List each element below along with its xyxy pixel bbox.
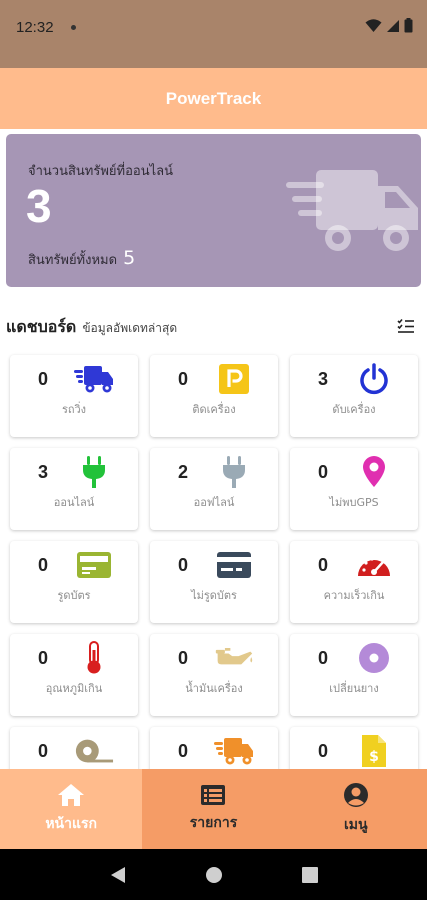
online-summary-card[interactable]: จำนวนสินทรัพย์ที่ออนไลน์ 3 สินทรัพย์ทั้ง… [6, 134, 421, 287]
tile-engine-off[interactable]: 3 ดับเครื่อง [290, 355, 418, 437]
online-assets-count: 3 [26, 180, 52, 232]
tile-count: 0 [318, 555, 329, 575]
tile-label: ติดเครื่อง [192, 403, 236, 416]
system-navigation-bar [0, 849, 427, 900]
tire-icon [354, 640, 394, 676]
tile-count: 0 [38, 648, 49, 668]
tile-label: รถวิ่ง [61, 403, 87, 416]
tile-count: 0 [178, 648, 189, 668]
user-circle-icon [343, 783, 368, 807]
card-no-swipe-icon [214, 547, 254, 583]
tile-label: ไม่รูดบัตร [191, 589, 237, 602]
invoice-dollar-icon: $ [354, 733, 394, 769]
tile-count: 0 [38, 369, 49, 389]
notification-dot-icon [71, 25, 76, 30]
tile-label: ความเร็วเกิน [323, 589, 385, 602]
tile-offline[interactable]: 2 ออฟไลน์ [150, 448, 278, 530]
online-assets-label: จำนวนสินทรัพย์ที่ออนไลน์ [28, 164, 174, 179]
tile-label: ดับเครื่อง [332, 403, 376, 416]
tile-card-swipe[interactable]: 0 รูดบัตร [10, 541, 138, 623]
tile-tire-change[interactable]: 0 เปลี่ยนยาง [290, 634, 418, 716]
tile-count: 0 [178, 741, 189, 761]
tile-count: 2 [178, 462, 189, 482]
app-title: PowerTrack [165, 88, 262, 108]
tile-label: รูดบัตร [57, 589, 91, 602]
recents-icon[interactable] [301, 866, 318, 883]
total-assets-label: สินทรัพย์ทั้งหมด [28, 253, 118, 268]
tile-moving[interactable]: 0 รถวิ่ง [10, 355, 138, 437]
tile-count: 0 [178, 555, 189, 575]
status-bar: 12:32 [0, 0, 427, 68]
nav-list-label: รายการ [189, 815, 238, 831]
list-icon [201, 785, 226, 805]
power-icon [354, 361, 394, 397]
tile-count: 0 [318, 741, 329, 761]
tile-count: 0 [318, 462, 329, 482]
back-icon[interactable] [110, 866, 126, 884]
parking-icon [214, 361, 254, 397]
tile-count: 0 [318, 648, 329, 668]
truck-moving-icon [74, 361, 114, 397]
speedometer-icon [354, 547, 394, 583]
wifi-icon [365, 18, 382, 32]
dashboard-subtitle: ข้อมูลอัพเดทล่าสุด [82, 321, 178, 335]
list-check-icon[interactable] [397, 318, 415, 334]
tape-icon [74, 733, 114, 769]
tile-count: 0 [38, 741, 49, 761]
plug-offline-icon [214, 454, 254, 490]
tile-engine-on[interactable]: 0 ติดเครื่อง [150, 355, 278, 437]
dashboard-title: แดชบอร์ด [6, 317, 77, 336]
app-bar: PowerTrack [0, 68, 427, 129]
tile-label: เปลี่ยนยาง [329, 682, 379, 695]
status-time: 12:32 [16, 19, 54, 36]
thermometer-icon [74, 640, 114, 676]
nav-list[interactable]: รายการ [142, 769, 285, 849]
truck-fast-icon [286, 170, 418, 251]
tile-label: ออนไลน์ [53, 496, 95, 509]
nav-home[interactable]: หน้าแรก [0, 769, 143, 849]
truck-fast-icon [214, 733, 254, 769]
total-assets: สินทรัพย์ทั้งหมด 5 [28, 247, 135, 270]
nav-menu-label: เมนู [344, 817, 368, 833]
tile-no-gps[interactable]: 0 ไม่พบGPS [290, 448, 418, 530]
tile-overspeed[interactable]: 0 ความเร็วเกิน [290, 541, 418, 623]
bottom-navigation: หน้าแรก รายการ เมนู [0, 769, 427, 849]
tile-count: 0 [38, 555, 49, 575]
dashboard-header: แดชบอร์ด ข้อมูลอัพเดทล่าสุด [6, 315, 421, 339]
card-swipe-icon [74, 547, 114, 583]
cell-signal-icon [387, 19, 399, 32]
location-pin-icon [354, 454, 394, 490]
tile-online[interactable]: 3 ออนไลน์ [10, 448, 138, 530]
total-assets-count: 5 [123, 247, 136, 269]
svg-text:$: $ [369, 749, 379, 765]
tile-count: 0 [178, 369, 189, 389]
nav-home-label: หน้าแรก [45, 816, 97, 832]
plug-online-icon [74, 454, 114, 490]
tile-no-card-swipe[interactable]: 0 ไม่รูดบัตร [150, 541, 278, 623]
battery-icon [404, 18, 413, 33]
tile-label: อุณหภูมิเกิน [45, 682, 103, 695]
tile-label: ไม่พบGPS [329, 496, 379, 509]
tile-count: 3 [318, 369, 329, 389]
home-icon [58, 784, 85, 806]
tile-count: 3 [38, 462, 49, 482]
tile-over-temperature[interactable]: 0 อุณหภูมิเกิน [10, 634, 138, 716]
tile-engine-oil[interactable]: 0 น้ำมันเครื่อง [150, 634, 278, 716]
nav-menu[interactable]: เมนู [284, 769, 427, 849]
status-icons [365, 18, 413, 33]
tile-label: ออฟไลน์ [193, 496, 235, 509]
tile-label: น้ำมันเครื่อง [185, 682, 243, 695]
oil-can-icon [214, 640, 254, 676]
home-circle-icon[interactable] [205, 866, 223, 884]
